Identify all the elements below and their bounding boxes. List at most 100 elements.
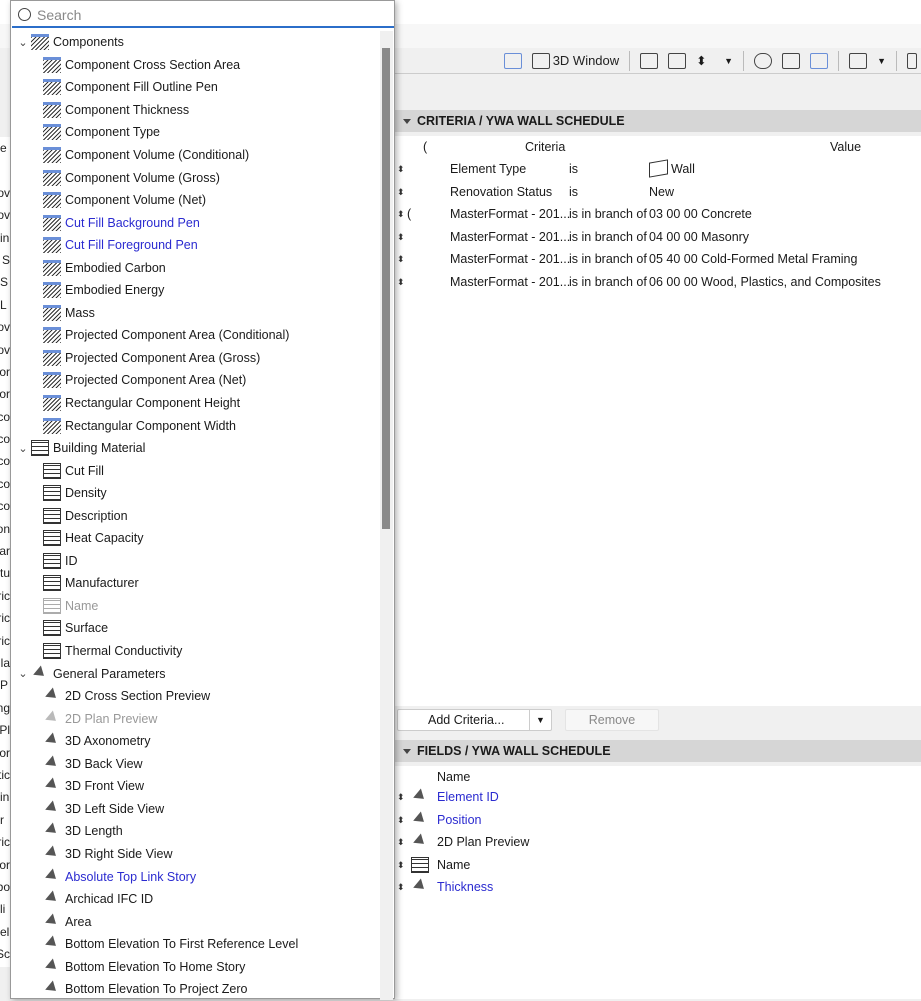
criteria-row[interactable]: ⬍ MasterFormat - 201... is in branch of 05 …	[395, 248, 921, 270]
field-row[interactable]: ⬍ Position	[395, 809, 921, 831]
component-icon	[43, 259, 61, 276]
reorder-handle-icon[interactable]: ⬍	[397, 809, 405, 831]
info-button[interactable]	[503, 52, 522, 69]
reorder-handle-icon[interactable]: ⬍	[397, 876, 405, 898]
tree-item[interactable]: Projected Component Area (Gross)	[11, 347, 381, 370]
user-icon[interactable]	[810, 52, 829, 69]
reorder-handle-icon[interactable]: ⬍	[397, 226, 405, 248]
reorder-handle-icon[interactable]: ⬍	[397, 203, 405, 225]
tree-item[interactable]: ID	[11, 550, 381, 573]
field-row[interactable]: ⬍ Element ID	[395, 786, 921, 808]
reorder-handle-icon[interactable]: ⬍	[397, 854, 405, 876]
reorder-handle-icon[interactable]: ⬍	[397, 248, 405, 270]
tree-item[interactable]: Manufacturer	[11, 572, 381, 595]
tree-item[interactable]: 2D Cross Section Preview	[11, 685, 381, 708]
tree-item[interactable]: 3D Length	[11, 820, 381, 843]
component-icon	[43, 79, 61, 96]
background-list-item: or	[0, 387, 10, 402]
tree-item[interactable]: Description	[11, 504, 381, 527]
tree-item-label: 3D Back View	[65, 756, 143, 771]
criteria-header[interactable]: CRITERIA / YWA WALL SCHEDULE	[395, 110, 921, 132]
criteria-row[interactable]: ⬍ MasterFormat - 201... is in branch of 04 …	[395, 226, 921, 248]
tree-item[interactable]: 3D Left Side View	[11, 798, 381, 821]
tree-group[interactable]: ⌄ General Parameters	[11, 662, 381, 685]
cursor-icon	[43, 869, 61, 885]
criteria-name: Element Type	[450, 162, 527, 176]
box-3d-icon[interactable]	[668, 52, 687, 69]
tree-item[interactable]: Density	[11, 482, 381, 505]
chevron-down-icon[interactable]: ▼	[877, 56, 886, 66]
layer-icon[interactable]	[849, 52, 868, 69]
tree-item[interactable]: Bottom Elevation To Home Story	[11, 955, 381, 978]
component-icon	[43, 147, 61, 163]
field-row[interactable]: ⬍ Thickness	[395, 876, 921, 898]
tree-item[interactable]: Area	[11, 910, 381, 933]
tree-item[interactable]: 2D Plan Preview	[11, 707, 381, 730]
axes-icon[interactable]: ⬍	[696, 53, 714, 69]
tree-item[interactable]: 3D Back View	[11, 753, 381, 776]
box-front-icon[interactable]	[640, 52, 659, 69]
tree-item[interactable]: Cut Fill Background Pen	[11, 211, 381, 234]
criteria-row[interactable]: ⬍ MasterFormat - 201... is in branch of 06 …	[395, 271, 921, 293]
criteria-row[interactable]: ⬍(MasterFormat - 201... is in branch of 03…	[395, 203, 921, 225]
tree-item[interactable]: 3D Axonometry	[11, 730, 381, 753]
tree-item[interactable]: Mass	[11, 302, 381, 325]
tree-item[interactable]: Projected Component Area (Conditional)	[11, 324, 381, 347]
tree-item[interactable]: 3D Front View	[11, 775, 381, 798]
tree-item[interactable]: Archicad IFC ID	[11, 888, 381, 911]
tree-group[interactable]: ⌄ Components	[11, 31, 381, 54]
field-row[interactable]: ⬍ 2D Plan Preview	[395, 831, 921, 853]
reorder-handle-icon[interactable]: ⬍	[397, 181, 405, 203]
tree-item[interactable]: Absolute Top Link Story	[11, 865, 381, 888]
tree-item[interactable]: Cut Fill Foreground Pen	[11, 234, 381, 257]
tree-group[interactable]: ⌄ Building Material	[11, 437, 381, 460]
search-input[interactable]: Search	[12, 3, 394, 28]
solid-icon[interactable]	[782, 52, 801, 69]
chevron-down-icon[interactable]: ▼	[529, 710, 551, 730]
remove-button[interactable]: Remove	[565, 709, 659, 731]
fields-header[interactable]: FIELDS / YWA WALL SCHEDULE	[395, 740, 921, 762]
reorder-handle-icon[interactable]: ⬍	[397, 831, 405, 853]
tree-item[interactable]: Bottom Elevation To First Reference Leve…	[11, 933, 381, 956]
tree-item-label: Embodied Carbon	[65, 260, 166, 275]
criteria-row[interactable]: ⬍ Renovation Status is New	[395, 181, 921, 203]
tree-item[interactable]: Component Volume (Gross)	[11, 166, 381, 189]
tree-item-label: Thermal Conductivity	[65, 644, 183, 659]
add-criteria-button[interactable]: Add Criteria... ▼	[397, 709, 552, 731]
tree-item[interactable]: Rectangular Component Height	[11, 392, 381, 415]
tree-item-label: ID	[65, 553, 78, 568]
more-icon[interactable]	[907, 52, 917, 69]
tree-item[interactable]: Component Cross Section Area	[11, 54, 381, 77]
tree-item[interactable]: Thermal Conductivity	[11, 640, 381, 663]
chevron-down-icon[interactable]: ▼	[724, 56, 733, 66]
tree-item[interactable]: Bottom Elevation To Project Zero	[11, 978, 381, 1001]
tree-item[interactable]: Embodied Energy	[11, 279, 381, 302]
cylinder-icon[interactable]	[754, 52, 773, 69]
tree-item[interactable]: Projected Component Area (Net)	[11, 369, 381, 392]
tree-item[interactable]: Component Fill Outline Pen	[11, 76, 381, 99]
tree-item[interactable]: Name	[11, 595, 381, 618]
tree-item[interactable]: Component Type	[11, 121, 381, 144]
tree-item[interactable]: Heat Capacity	[11, 527, 381, 550]
scrollbar-thumb[interactable]	[382, 48, 390, 529]
tree-item[interactable]: Rectangular Component Width	[11, 414, 381, 437]
field-row[interactable]: ⬍ Name	[395, 854, 921, 876]
3d-window-button[interactable]: 3D Window	[531, 52, 619, 69]
reorder-handle-icon[interactable]: ⬍	[397, 158, 405, 180]
tree-item[interactable]: Component Volume (Net)	[11, 189, 381, 212]
criteria-name: Renovation Status	[450, 184, 553, 199]
building-material-icon	[43, 552, 61, 569]
tree-item[interactable]: Surface	[11, 617, 381, 640]
tree-item[interactable]: Component Thickness	[11, 99, 381, 122]
background-list-item: co	[0, 454, 10, 469]
tree-item[interactable]: Cut Fill	[11, 459, 381, 482]
chevron-down-icon[interactable]: ⌄	[15, 667, 31, 680]
reorder-handle-icon[interactable]: ⬍	[397, 271, 405, 293]
chevron-down-icon[interactable]: ⌄	[15, 442, 31, 455]
chevron-down-icon[interactable]: ⌄	[15, 36, 31, 49]
tree-item[interactable]: Embodied Carbon	[11, 256, 381, 279]
tree-item[interactable]: 3D Right Side View	[11, 843, 381, 866]
criteria-row[interactable]: ⬍ Element Type is Wall	[395, 158, 921, 180]
reorder-handle-icon[interactable]: ⬍	[397, 786, 405, 808]
tree-item[interactable]: Component Volume (Conditional)	[11, 144, 381, 167]
